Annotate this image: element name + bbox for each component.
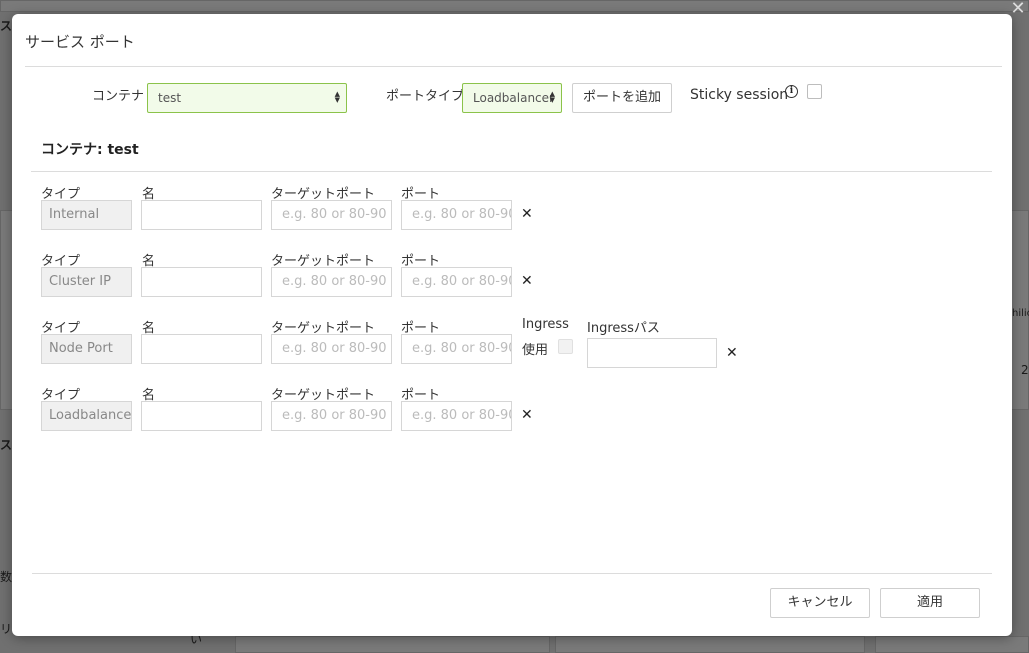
- background-header: [0, 0, 1029, 12]
- ingress-use-checkbox[interactable]: [558, 339, 573, 354]
- name-input[interactable]: [141, 334, 262, 364]
- target-port-input[interactable]: e.g. 80 or 80-90: [271, 401, 392, 431]
- port-row: タイプ 名 ターゲットポート ポート Ingress Ingressパス Nod…: [41, 317, 1001, 379]
- name-input[interactable]: [141, 267, 262, 297]
- port-input[interactable]: e.g. 80 or 80-90: [401, 200, 512, 230]
- background-text: 数: [0, 570, 13, 584]
- remove-row-icon[interactable]: ✕: [521, 407, 533, 423]
- type-field: Loadbalancer: [41, 401, 132, 431]
- remove-row-icon[interactable]: ✕: [521, 206, 533, 222]
- container-select[interactable]: test ▲ ▼: [147, 83, 347, 113]
- divider: [25, 66, 1002, 67]
- ingress-path-header: Ingressパス: [587, 321, 660, 336]
- background-text: 2: [1021, 363, 1029, 377]
- cancel-button[interactable]: キャンセル: [770, 588, 870, 618]
- port-row: タイプ 名 ターゲットポート ポート Internal e.g. 80 or 8…: [41, 183, 1001, 245]
- port-type-label: ポートタイプ :: [386, 89, 473, 104]
- type-field: Cluster IP: [41, 267, 132, 297]
- section-title: コンテナ: test: [41, 142, 139, 158]
- service-port-dialog: サービス ポート コンテナ : test ▲ ▼ ポートタイプ : Loadbal…: [12, 14, 1012, 636]
- background-card: [875, 636, 1029, 653]
- remove-row-icon[interactable]: ✕: [726, 345, 738, 361]
- background-card: [555, 636, 865, 653]
- select-arrows-icon: ▲ ▼: [334, 90, 340, 104]
- name-input[interactable]: [141, 200, 262, 230]
- port-type-select[interactable]: Loadbalancer ▲ ▼: [462, 83, 562, 113]
- type-field: Node Port: [41, 334, 132, 364]
- sticky-session-checkbox[interactable]: [807, 84, 822, 99]
- divider: [31, 171, 992, 172]
- background-text: hilic: [1012, 308, 1029, 319]
- target-port-input[interactable]: e.g. 80 or 80-90: [271, 200, 392, 230]
- info-icon[interactable]: i: [785, 85, 798, 98]
- name-input[interactable]: [141, 401, 262, 431]
- port-input[interactable]: e.g. 80 or 80-90: [401, 334, 512, 364]
- port-input[interactable]: e.g. 80 or 80-90: [401, 267, 512, 297]
- type-field: Internal: [41, 200, 132, 230]
- container-select-value: test: [158, 91, 182, 105]
- select-arrows-icon: ▲ ▼: [549, 90, 555, 104]
- add-port-button[interactable]: ポートを追加: [572, 83, 672, 113]
- dialog-title: サービス ポート: [25, 33, 135, 51]
- port-type-select-value: Loadbalancer: [473, 91, 554, 105]
- port-row: タイプ 名 ターゲットポート ポート Cluster IP e.g. 80 or…: [41, 250, 1001, 312]
- divider: [32, 573, 992, 574]
- port-input[interactable]: e.g. 80 or 80-90: [401, 401, 512, 431]
- port-row: タイプ 名 ターゲットポート ポート Loadbalancer e.g. 80 …: [41, 384, 1001, 446]
- remove-row-icon[interactable]: ✕: [521, 273, 533, 289]
- apply-button[interactable]: 適用: [880, 588, 980, 618]
- container-label: コンテナ :: [92, 89, 153, 104]
- sticky-session-label: Sticky session: [690, 87, 789, 103]
- ingress-path-input[interactable]: [587, 338, 717, 368]
- target-port-input[interactable]: e.g. 80 or 80-90: [271, 334, 392, 364]
- ingress-header: Ingress: [522, 317, 569, 332]
- ingress-use-label: 使用: [522, 343, 549, 358]
- background-text: ス: [0, 19, 13, 33]
- target-port-input[interactable]: e.g. 80 or 80-90: [271, 267, 392, 297]
- background-text: ス: [0, 438, 13, 452]
- background-card: [235, 636, 550, 653]
